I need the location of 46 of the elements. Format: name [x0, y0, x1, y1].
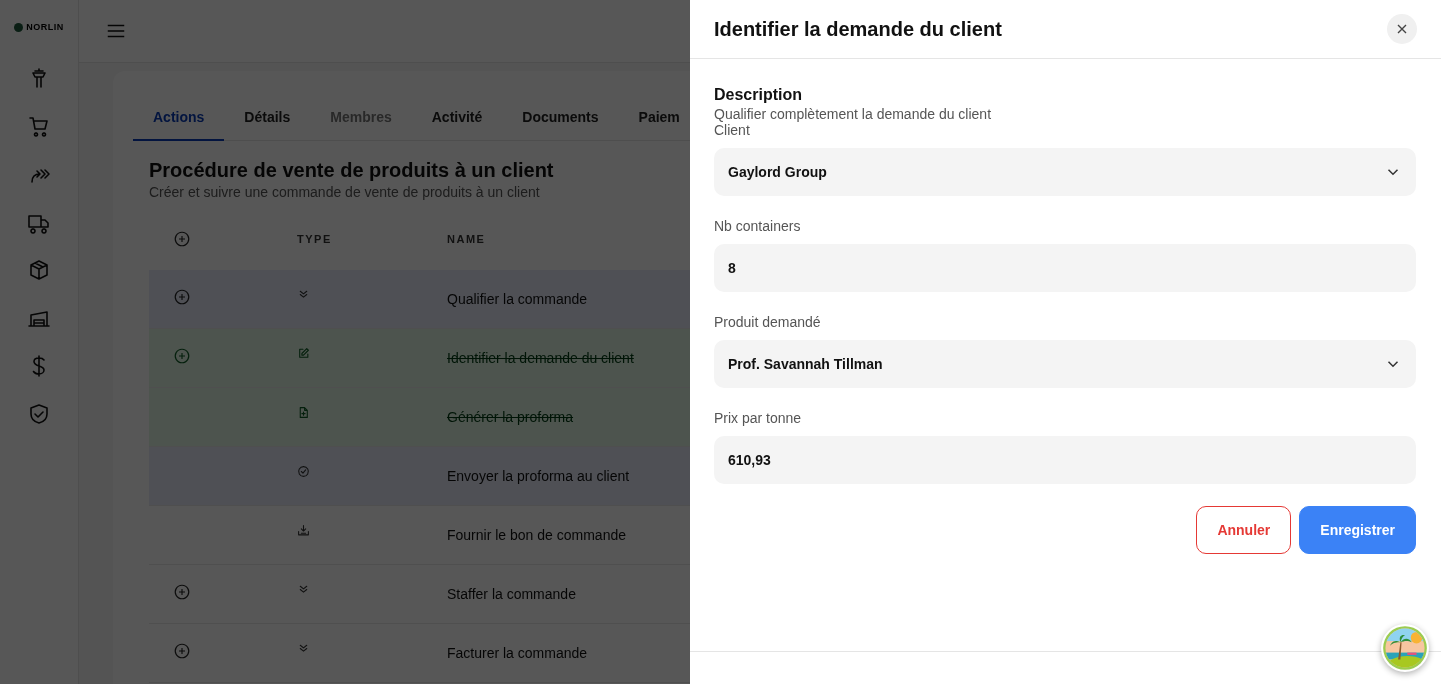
input-field[interactable]: 610,93	[714, 436, 1416, 484]
section-hint: Qualifier complètement la demande du client	[714, 106, 993, 122]
procedure-title: Procédure de vente de produits à un client	[149, 159, 554, 182]
select-field[interactable]: Gaylord Group	[714, 148, 1416, 196]
task-name: Identifier la demande du client	[447, 350, 634, 366]
double-chevron-icon	[297, 288, 310, 301]
double-chevron-icon	[297, 642, 310, 655]
file-icon	[297, 406, 310, 419]
task-name: Fournir le bon de commande	[447, 527, 626, 543]
add-icon[interactable]	[173, 347, 191, 365]
field-label: Nb containers	[714, 218, 802, 234]
add-icon[interactable]	[173, 230, 191, 248]
box-icon[interactable]	[27, 258, 51, 282]
field-label: Client	[714, 122, 751, 138]
task-name: Générer la proforma	[447, 409, 574, 425]
save-button[interactable]: Enregistrer	[1299, 506, 1416, 554]
panel-title: Identifier la demande du client	[714, 17, 1002, 41]
task-name: Staffer la commande	[447, 586, 576, 602]
field-label: Prix par tonne	[714, 410, 803, 426]
cart-icon[interactable]	[27, 114, 51, 138]
tab[interactable]: Activité	[411, 97, 503, 141]
task-name: Qualifier la commande	[447, 291, 588, 307]
add-icon[interactable]	[173, 288, 191, 306]
column-header: TYPE	[297, 232, 333, 245]
select-field[interactable]: Prof. Savannah Tillman	[714, 340, 1416, 388]
field-label: Produit demandé	[714, 314, 822, 330]
add-icon[interactable]	[173, 583, 191, 601]
input-field[interactable]: 8	[714, 244, 1416, 292]
column-header: NAME	[447, 232, 487, 245]
task-name: Facturer la commande	[447, 645, 588, 661]
double-chevron-icon	[297, 583, 310, 596]
cancel-button[interactable]: Annuler	[1196, 506, 1292, 554]
tab[interactable]: Actions	[133, 97, 225, 141]
tab[interactable]: Documents	[502, 97, 619, 141]
task-name: Envoyer la proforma au client	[447, 468, 630, 484]
tab[interactable]: Détails	[224, 97, 311, 141]
section-title: Description	[714, 86, 803, 104]
add-icon[interactable]	[173, 642, 191, 660]
procedure-subtitle: Créer et suivre une commande de vente de produits à un client	[149, 184, 540, 200]
assistant-button[interactable]	[1381, 624, 1429, 672]
download-icon	[297, 524, 310, 537]
logo: NORLIN	[14, 22, 64, 32]
close-button[interactable]	[1387, 14, 1417, 44]
shield-icon[interactable]	[27, 402, 51, 426]
edit-icon	[297, 347, 310, 360]
tab[interactable]: Paiem	[618, 97, 700, 141]
